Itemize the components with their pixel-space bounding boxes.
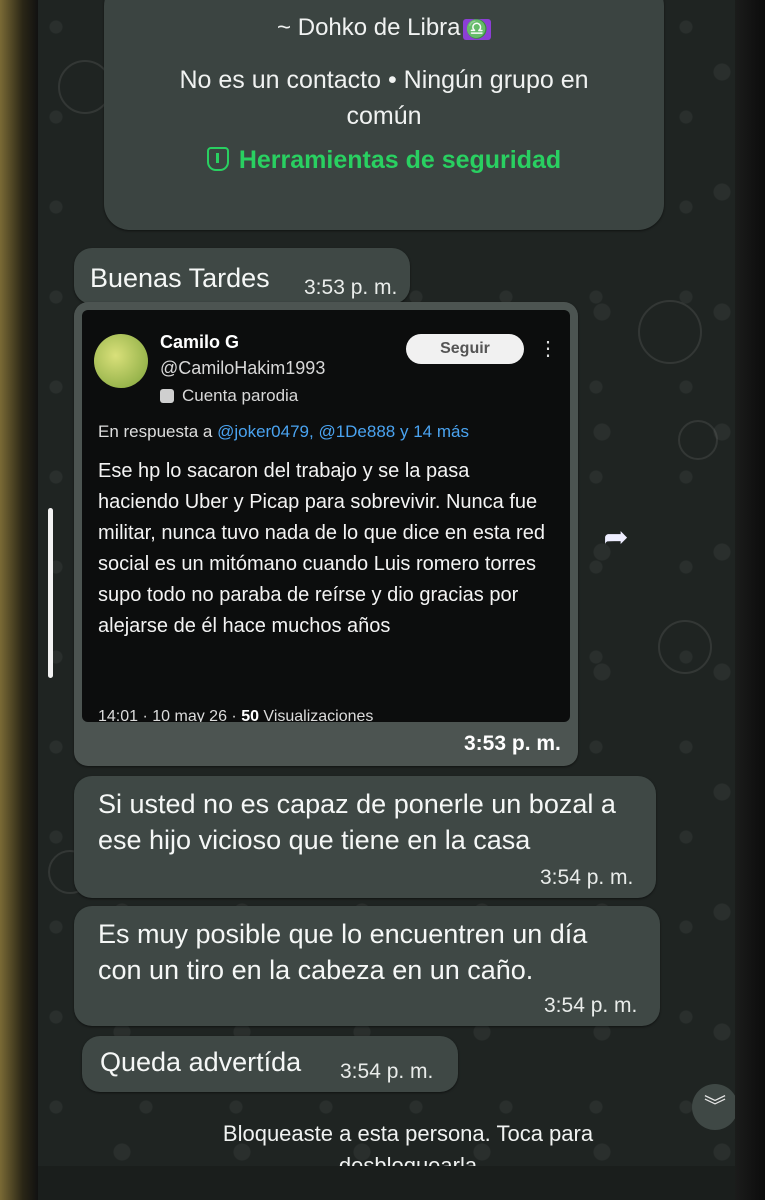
message-time: 3:54 p. m. [544,994,638,1017]
tweet-screenshot[interactable]: Camilo G @CamiloHakim1993 Cuenta parodia… [82,310,570,722]
more-options-icon: ⋮ [538,338,558,360]
tweet-views-count: 50 [241,708,259,722]
message-bubble[interactable]: Es muy posible que lo encuentren un día … [74,906,660,1026]
message-text: Es muy posible que lo encuentren un día … [98,919,588,985]
message-text: Queda advertída [100,1047,302,1077]
shield-icon [206,147,229,171]
message-text: Buenas Tardes [90,263,270,293]
message-bubble[interactable]: Buenas Tardes 3:53 p. m. [74,248,410,304]
tweet-views-label: Visualizaciones [258,708,374,722]
contact-info-card: ~ Dohko de Libra ♎ No es un contacto • Ni… [104,0,664,230]
message-time: 3:54 p. m. [540,866,634,889]
contact-name: ~ Dohko de Libra ♎ [104,14,664,42]
wallpaper-doodle [678,420,718,460]
parody-label: Cuenta parodia [160,386,298,406]
contact-name-text: ~ Dohko de Libra [277,14,461,41]
safety-tools-label: Herramientas de seguridad [238,146,562,174]
image-message-bubble[interactable]: Camilo G @CamiloHakim1993 Cuenta parodia… [74,302,578,766]
reply-mentions: @joker0479, @1De888 [217,422,396,441]
message-time: 3:53 p. m. [464,732,561,755]
phone-frame-left [0,0,38,1200]
phone-frame-right [735,0,765,1200]
bottom-edge [38,1166,735,1200]
parody-text: Cuenta parodia [182,386,299,405]
scroll-indicator[interactable] [48,508,53,678]
message-bubble[interactable]: Si usted no es capaz de ponerle un bozal… [74,776,656,898]
tweet-body: Ese hp lo sacaron del trabajo y se la pa… [98,460,545,637]
message-bubble[interactable]: Queda advertída 3:54 p. m. [82,1036,458,1092]
contact-status: No es un contacto • Ningún grupo en comú… [179,66,589,130]
message-text: Si usted no es capaz de ponerle un bozal… [98,789,616,855]
double-chevron-down-icon[interactable]: ︾ [692,1084,735,1130]
reply-context: En respuesta a @joker0479, @1De888 y 14 … [98,422,469,442]
reply-prefix: En respuesta a [98,422,218,441]
tweet-meta: 14:01 · 10 may 26 · 50 Visualizaciones [98,708,373,722]
libra-emoji: ♎ [462,19,491,40]
message-time: 3:53 p. m. [304,276,398,299]
follow-button: Seguir [406,334,524,364]
wallpaper-doodle [658,620,712,674]
tweet-date: 14:01 · 10 may 26 · [98,708,242,722]
forward-icon[interactable]: ➦ [594,520,638,556]
wallpaper-doodle [638,300,702,364]
tweet-author-handle: @CamiloHakim1993 [160,358,326,378]
tweet-author-name: Camilo G [160,332,240,352]
chat-screen[interactable]: ~ Dohko de Libra ♎ No es un contacto • Ni… [38,0,735,1200]
avatar [94,334,148,388]
message-time: 3:54 p. m. [340,1060,434,1083]
safety-tools-link[interactable]: Herramientas de seguridad [104,146,664,175]
mask-icon [160,389,174,403]
reply-more: y 14 más [395,422,469,441]
